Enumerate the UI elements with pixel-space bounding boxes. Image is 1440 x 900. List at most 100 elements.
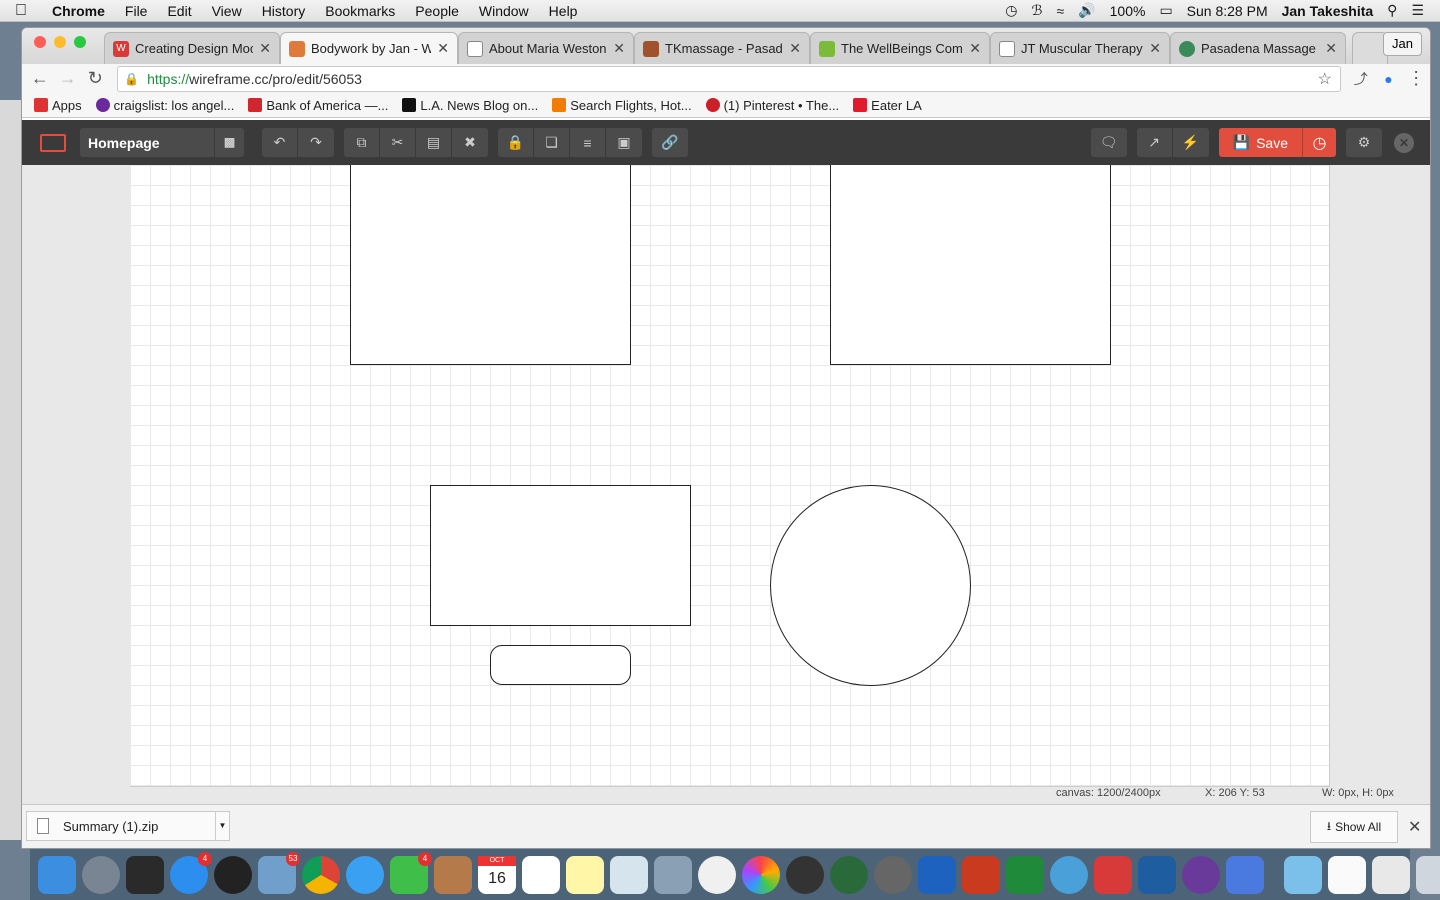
chrome-icon[interactable] xyxy=(302,855,340,894)
system-preferences-icon[interactable] xyxy=(874,855,912,894)
menu-history[interactable]: History xyxy=(252,3,316,19)
wifi-icon[interactable]: ≈ xyxy=(1057,3,1065,19)
downloads-stack-icon[interactable] xyxy=(1372,855,1410,894)
close-icon[interactable]: ✕ xyxy=(1394,132,1414,153)
volume-icon[interactable]: 🔊 xyxy=(1078,2,1095,19)
menu-bookmarks[interactable]: Bookmarks xyxy=(315,3,405,19)
clock[interactable]: Sun 8:28 PM xyxy=(1187,3,1268,19)
contacts-icon[interactable] xyxy=(434,855,472,894)
close-window-icon[interactable] xyxy=(34,36,46,48)
sitemap-icon[interactable]: ▩ xyxy=(214,128,244,157)
tab-about-maria[interactable]: About Maria Weston C ✕ xyxy=(458,32,634,64)
messages-icon[interactable] xyxy=(346,855,384,894)
window-icon[interactable] xyxy=(40,133,66,152)
tab-bodywork-active[interactable]: Bodywork by Jan - W ✕ xyxy=(280,32,458,64)
wireframe-canvas[interactable] xyxy=(130,165,1330,787)
launchpad-icon[interactable] xyxy=(82,855,120,894)
activity-monitor-icon[interactable] xyxy=(126,855,164,894)
document-icon[interactable] xyxy=(1328,855,1366,894)
tab-close-icon[interactable]: ✕ xyxy=(1149,40,1161,57)
arrange-icon[interactable]: ❏ xyxy=(534,128,570,157)
minimize-window-icon[interactable] xyxy=(54,36,66,48)
bluetooth-icon[interactable]: ℬ xyxy=(1031,2,1042,19)
forward-icon[interactable]: → xyxy=(54,68,82,89)
delete-icon[interactable]: ✖ xyxy=(452,128,488,157)
undo-icon[interactable]: ↶ xyxy=(262,128,298,157)
mail-icon[interactable]: 53 xyxy=(258,851,300,894)
chevron-down-icon[interactable]: ▼ xyxy=(215,811,229,841)
profile-button[interactable]: Jan xyxy=(1383,32,1422,56)
calendar-icon[interactable]: OCT 16 xyxy=(478,855,516,894)
tab-close-icon[interactable]: ✕ xyxy=(1325,40,1337,57)
clock-icon[interactable]: ◷ xyxy=(1302,128,1336,157)
tab-tkmassage[interactable]: TKmassage - Pasadena ✕ xyxy=(634,32,810,64)
reload-icon[interactable]: ↻ xyxy=(81,68,109,89)
photos-icon[interactable] xyxy=(742,855,780,894)
tab-wellbeings[interactable]: The WellBeings Comp ✕ xyxy=(810,32,990,64)
battery-icon[interactable]: ▭ xyxy=(1159,2,1172,19)
github-icon[interactable] xyxy=(1182,855,1220,894)
itunes-icon[interactable] xyxy=(698,855,736,894)
rectangle-shape[interactable] xyxy=(830,165,1111,365)
chrome-menu-icon[interactable]: ⋮ xyxy=(1402,68,1430,89)
menu-edit[interactable]: Edit xyxy=(157,3,201,19)
image-capture-icon[interactable] xyxy=(654,855,692,894)
tab-close-icon[interactable]: ✕ xyxy=(613,40,625,57)
back-icon[interactable]: ← xyxy=(26,68,54,89)
menu-window[interactable]: Window xyxy=(469,3,539,19)
excel-icon[interactable] xyxy=(1006,855,1044,894)
copy-icon[interactable]: ⧉ xyxy=(344,128,380,157)
settings-icon[interactable]: ⚙ xyxy=(1346,128,1382,157)
preview-icon[interactable] xyxy=(610,855,648,894)
button-shape[interactable] xyxy=(490,645,631,685)
remote-desktop-icon[interactable] xyxy=(1094,855,1132,894)
bookmark-la-news[interactable]: L.A. News Blog on... xyxy=(402,98,538,113)
network-icon[interactable] xyxy=(1050,855,1088,894)
xcode-icon[interactable] xyxy=(1138,855,1176,894)
tab-close-icon[interactable]: ✕ xyxy=(789,40,801,57)
menu-file[interactable]: File xyxy=(115,3,158,19)
paste-icon[interactable]: ▤ xyxy=(416,128,452,157)
rectangle-shape[interactable] xyxy=(350,165,631,365)
finder-icon[interactable] xyxy=(38,855,76,894)
bookmark-craigslist[interactable]: craigslist: los angel... xyxy=(95,98,234,113)
bookmark-eater[interactable]: Eater LA xyxy=(853,98,922,113)
lock-icon[interactable]: 🔒 xyxy=(498,128,534,157)
notes-icon[interactable] xyxy=(566,855,604,894)
notification-center-icon[interactable]: ☰ xyxy=(1411,2,1424,19)
redo-icon[interactable]: ↷ xyxy=(298,128,334,157)
circle-shape[interactable] xyxy=(770,485,971,686)
menu-help[interactable]: Help xyxy=(539,3,588,19)
comment-icon[interactable]: 🗨 xyxy=(1091,128,1127,157)
page-selector[interactable]: Homepage ▩ xyxy=(80,128,244,157)
menu-view[interactable]: View xyxy=(202,3,252,19)
link-icon[interactable]: 🔗 xyxy=(652,128,688,157)
app-store-icon[interactable]: 4 xyxy=(170,851,212,894)
folder-icon[interactable] xyxy=(1284,855,1322,894)
dashboard-icon[interactable] xyxy=(214,855,252,894)
trash-icon[interactable] xyxy=(1416,855,1440,894)
tab-close-icon[interactable]: ✕ xyxy=(437,40,449,57)
group-icon[interactable]: ▣ xyxy=(606,128,642,157)
apple-icon[interactable]:  xyxy=(0,2,42,20)
bookmark-kayak[interactable]: Search Flights, Hot... xyxy=(552,98,692,113)
close-downloads-icon[interactable]: ✕ xyxy=(1408,817,1421,837)
spotlight-icon[interactable]: ⚲ xyxy=(1387,2,1397,19)
show-all-button[interactable]: ⭳ Show All xyxy=(1310,811,1398,843)
external-link-icon[interactable]: ↗ xyxy=(1137,128,1173,157)
tab-jt-muscular[interactable]: JT Muscular Therapy ✕ xyxy=(990,32,1170,64)
bookmark-star-icon[interactable]: ☆ xyxy=(1318,69,1332,89)
bookmark-apps[interactable]: Apps xyxy=(34,98,82,113)
align-icon[interactable]: ≡ xyxy=(570,128,606,157)
tab-close-icon[interactable]: ✕ xyxy=(969,40,981,57)
tab-pasadena-massage[interactable]: Pasadena Massage C ✕ xyxy=(1170,32,1346,64)
tab-creating-design[interactable]: W Creating Design Mock ✕ xyxy=(104,32,280,64)
user-name[interactable]: Jan Takeshita xyxy=(1282,3,1374,19)
bookmark-bofa[interactable]: Bank of America —... xyxy=(248,98,388,113)
extension-blue-icon[interactable]: ● xyxy=(1375,71,1403,87)
google-icon[interactable] xyxy=(1226,855,1264,894)
menu-app-name[interactable]: Chrome xyxy=(42,3,115,19)
tab-close-icon[interactable]: ✕ xyxy=(259,40,271,57)
save-button[interactable]: 💾 Save xyxy=(1218,128,1302,157)
imovie-icon[interactable] xyxy=(786,855,824,894)
